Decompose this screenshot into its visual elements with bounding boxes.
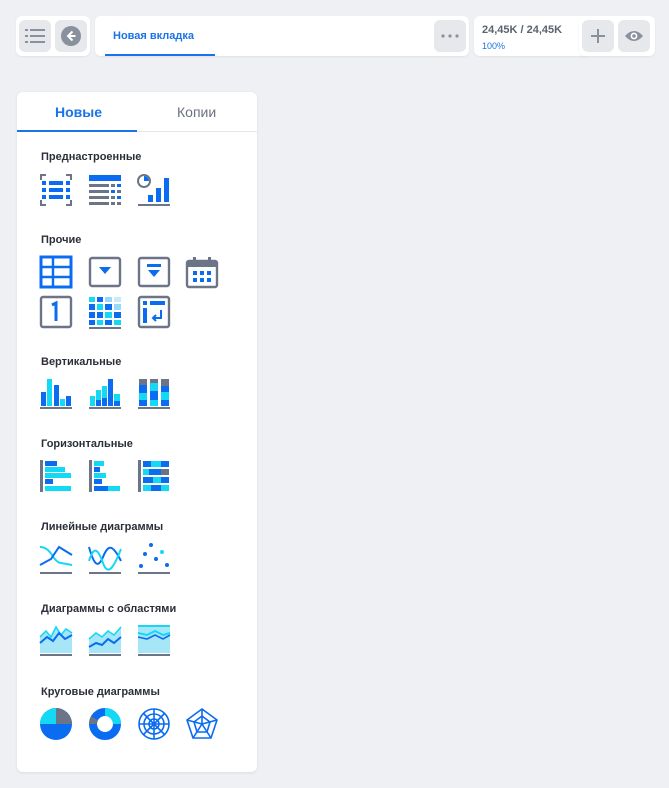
eye-icon [625,31,643,41]
preset-table-icon[interactable] [88,173,122,207]
radar-chart-icon[interactable] [137,707,171,741]
vertical-bar-icon[interactable] [39,376,73,410]
horizontal-stacked-bar-icon[interactable] [137,459,171,493]
horizontal-grouped-bar-icon[interactable] [88,459,122,493]
calendar-icon[interactable] [185,255,219,289]
table-grid-icon[interactable] [39,255,73,289]
donut-chart-icon[interactable] [88,707,122,741]
polygon-radar-chart-icon[interactable] [185,707,219,741]
arrow-left-circle-icon [61,26,81,46]
tab-new-label: Новая вкладка [113,30,194,42]
hamburger-icon [25,29,45,43]
horizontal-bar-icon[interactable] [39,459,73,493]
tabs-card: Новая вкладка [95,16,469,56]
tab-copies[interactable]: Копии [177,104,216,120]
tab-active-indicator [105,54,215,56]
number-indicator-icon[interactable] [39,295,73,329]
area-chart-icon[interactable] [39,623,73,657]
section-title-area: Диаграммы с областями [41,603,177,615]
add-button[interactable] [582,20,614,52]
tab-new[interactable]: Новая вкладка [95,16,225,56]
back-button[interactable] [55,20,87,52]
panel-tab-indicator [17,130,137,132]
section-title-horizontal: Горизонтальные [41,438,133,450]
line-chart-icon[interactable] [39,541,73,575]
section-title-other: Прочие [41,234,82,246]
actions-card [579,16,655,56]
panel-tabs: Новые Копии [17,92,257,132]
vertical-stacked-bar-icon[interactable] [137,376,171,410]
data-size-readout: 24,45K / 24,45K [482,24,563,36]
line-smooth-chart-icon[interactable] [88,541,122,575]
nav-card [16,16,90,56]
pie-chart-icon[interactable] [39,707,73,741]
plus-icon [591,29,605,43]
area-normalized-chart-icon[interactable] [137,623,171,657]
preset-dashboard-icon[interactable] [137,173,171,207]
widgets-panel: Новые Копии Преднастроенные Прочие Верти… [17,92,257,772]
area-stacked-chart-icon[interactable] [88,623,122,657]
section-title-line: Линейные диаграммы [41,521,164,533]
preview-button[interactable] [618,20,650,52]
tab-new-widgets[interactable]: Новые [55,104,102,120]
vertical-grouped-bar-icon[interactable] [88,376,122,410]
stats-card: 24,45K / 24,45K 100% [474,16,590,56]
pivot-table-icon[interactable] [137,295,171,329]
more-button[interactable] [434,20,466,52]
preset-filters-icon[interactable] [39,173,73,207]
more-dots-icon [441,34,459,38]
scatter-plot-icon[interactable] [137,541,171,575]
section-title-vertical: Вертикальные [41,356,122,368]
heatmap-icon[interactable] [88,295,122,329]
data-percent-readout: 100% [482,41,506,51]
section-title-pie: Круговые диаграммы [41,686,160,698]
menu-button[interactable] [19,20,51,52]
filter-select-icon[interactable] [137,255,171,289]
dropdown-select-icon[interactable] [88,255,122,289]
section-title-preset: Преднастроенные [41,151,142,163]
